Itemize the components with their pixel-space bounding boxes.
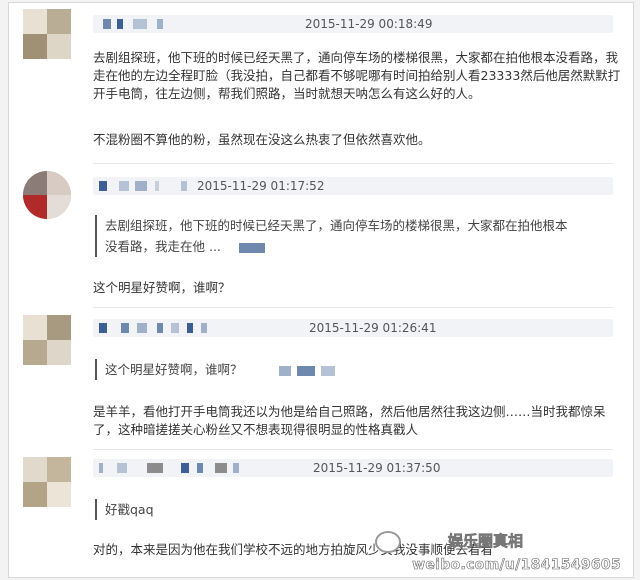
quoted-comment: 去剧组探班，他下班的时候已经天黑了，通向停车场的楼梯很黑，大家都在拍他根本没看路… [95, 215, 575, 257]
quoted-comment: 这个明星好赞啊，谁啊？ [95, 359, 575, 380]
divider [93, 307, 613, 308]
comment-timestamp: 2015-11-29 01:26:41 [309, 321, 437, 335]
quote-text: 这个明星好赞啊，谁啊？ [105, 362, 243, 377]
comment-meta: 2015-11-29 00:18:49 [93, 15, 613, 33]
watermark-url: weibo.com/u/1841549605 [412, 557, 621, 574]
blurred-username [99, 323, 107, 333]
blurred-username [99, 463, 103, 473]
avatar[interactable] [23, 457, 71, 507]
comment-timestamp: 2015-11-29 00:18:49 [305, 17, 433, 31]
blurred-username [99, 181, 107, 191]
divider [93, 449, 613, 450]
comment-timestamp: 2015-11-29 01:37:50 [313, 461, 441, 475]
avatar[interactable] [23, 9, 71, 59]
comment-body: 这个明星好赞啊，谁啊？ [93, 280, 231, 295]
avatar[interactable] [23, 171, 71, 219]
blurred-username [278, 365, 291, 376]
quoted-comment: 好戳qaq [95, 499, 575, 520]
comment-meta: 2015-11-29 01:37:50 [93, 459, 613, 477]
weibo-logo-icon [375, 531, 401, 553]
blurred-username [103, 19, 111, 29]
comment-body: 是羊羊，看他打开手电筒我还以为他是给自己照路，然后他居然往我这边侧……当时我都惊… [93, 404, 606, 437]
avatar[interactable] [23, 315, 71, 365]
comment-body-extra: 不混粉圈不算他的粉，虽然现在没这么热衷了但依然喜欢他。 [93, 132, 431, 147]
comment-body: 去剧组探班，他下班的时候已经天黑了，通向停车场的楼梯很黑，大家都在拍他根本没看路… [93, 50, 621, 101]
comment-meta: 2015-11-29 01:26:41 [93, 319, 613, 337]
screenshot-frame: 2015-11-29 00:18:49 去剧组探班，他下班的时候已经天黑了，通向… [8, 2, 634, 578]
quote-text: 好戳qaq [105, 502, 154, 517]
comment-meta: 2015-11-29 01:17:52 [93, 177, 613, 195]
quote-text: 去剧组探班，他下班的时候已经天黑了，通向停车场的楼梯很黑，大家都在拍他根本没看路… [105, 218, 568, 254]
watermark-logo: 娱乐圈真相 [447, 532, 524, 551]
comment-timestamp: 2015-11-29 01:17:52 [197, 179, 325, 193]
divider [93, 163, 613, 164]
blurred-username [238, 242, 265, 253]
